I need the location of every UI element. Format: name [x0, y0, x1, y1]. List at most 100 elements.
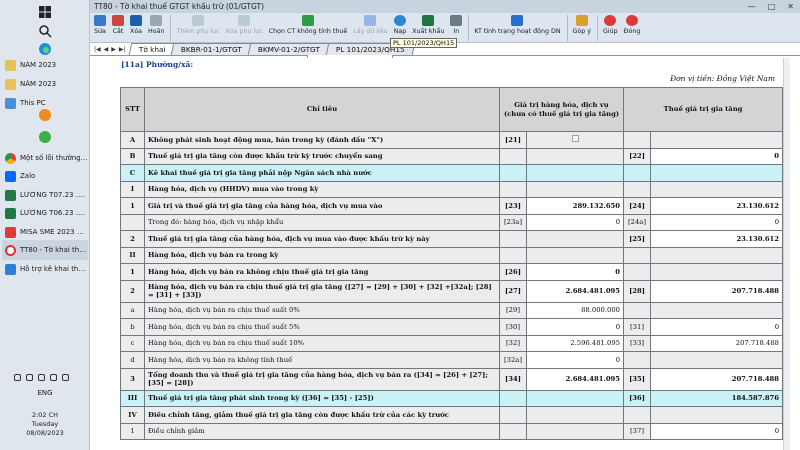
toolbar-button[interactable]: Đóng	[624, 13, 640, 35]
toolbar-button-label: Lấy dữ liệu	[353, 28, 388, 35]
maximize-button[interactable]: □	[768, 2, 776, 11]
taskbar-item[interactable]: TT80 - Tờ khai thuế G...	[2, 240, 88, 260]
row-value-vat[interactable]: 0	[650, 213, 784, 231]
toolbar-button-label: Cắt	[112, 28, 124, 35]
row-value-goods[interactable]: 2.684.481.095	[525, 279, 625, 303]
row-code-goods	[499, 406, 527, 424]
row-value-vat[interactable]: 23.130.612	[650, 197, 784, 215]
app-icon-green[interactable]	[38, 129, 52, 143]
row-value-vat[interactable]: 207.718.488	[650, 334, 784, 352]
toolbar-button[interactable]: Hoãn	[148, 13, 164, 35]
help-icon	[5, 263, 16, 275]
toolbar-button[interactable]: Thêm phụ lục	[176, 13, 220, 35]
clock-day: Tuesday	[31, 420, 59, 428]
row-value-vat[interactable]: 207.718.488	[650, 279, 784, 303]
row-value-goods[interactable]: 0	[525, 351, 625, 369]
row-value-goods[interactable]: 88.000.000	[525, 301, 625, 319]
tray-chevron-icon[interactable]	[14, 374, 21, 381]
row-value-vat[interactable]: 0	[650, 422, 784, 440]
tray-battery-icon[interactable]	[62, 374, 69, 381]
table-row: 2 Thuế giá trị gia tăng của hàng hóa, dịc…	[120, 230, 784, 248]
taskbar-item[interactable]: LƯƠNG T06.23 .xlsx -...	[2, 203, 88, 223]
row-indicator: Trong đó: hàng hóa, dịch vụ nhập khẩu	[144, 213, 500, 231]
select-document-icon	[301, 15, 314, 26]
table-row: C Kê khai thuế giá trị gia tăng phải nộp …	[120, 164, 784, 182]
toolbar-button[interactable]: Sửa	[94, 13, 106, 35]
toolbar-button-label: Giúp	[603, 28, 618, 35]
toolbar-button[interactable]: Xuất khẩu	[412, 13, 444, 35]
no-activity-checkbox[interactable]	[571, 135, 579, 143]
toolbar-button[interactable]: Cắt	[112, 13, 124, 35]
taskbar-item-label: Hỗ trợ kê khai thuế -...	[20, 265, 88, 273]
tab-prev-icon[interactable]: ◀	[104, 46, 109, 53]
export-excel-icon	[422, 15, 435, 26]
delete-appendix-icon	[238, 15, 251, 26]
row-value-vat[interactable]: 184.587.876	[650, 389, 784, 407]
row-code-goods: [21]	[499, 131, 527, 149]
tab-last-icon[interactable]: ▶|	[119, 46, 126, 53]
row-indicator: Kê khai thuế giá trị gia tăng phải nộp N…	[144, 164, 500, 182]
toolbar-button-label: KT tình trạng hoạt động DN	[474, 28, 561, 35]
row-value-vat	[650, 351, 784, 369]
row-stt: IV	[120, 406, 145, 424]
language-indicator[interactable]: ENG	[0, 389, 90, 397]
toolbar-button[interactable]: Xóa phụ lục	[226, 13, 263, 35]
row-value-vat[interactable]: 207.718.488	[650, 367, 784, 391]
toolbar-button[interactable]: Lấy dữ liệu	[353, 13, 388, 35]
tab-first-icon[interactable]: |◀	[94, 46, 101, 53]
row-value-vat[interactable]: 23.130.612	[650, 230, 784, 248]
row-code-vat: [33]	[623, 334, 652, 352]
row-value-goods[interactable]: 2.684.481.095	[525, 367, 625, 391]
search-icon[interactable]	[38, 23, 52, 38]
row-value-goods[interactable]: 0	[525, 213, 625, 231]
taskbar-item[interactable]: Zalo	[2, 166, 88, 186]
row-code-goods: [27]	[499, 279, 527, 303]
toolbar-button[interactable]: Xóa	[130, 13, 142, 35]
tray-network-icon[interactable]	[38, 374, 45, 381]
toolbar-button[interactable]: KT tình trạng hoạt động DN	[474, 13, 561, 35]
reload-icon	[393, 15, 406, 26]
taskbar-item[interactable]: Một số lỗi thường gặ...	[2, 148, 88, 168]
tab-next-icon[interactable]: ▶	[111, 46, 116, 53]
row-value-goods	[525, 147, 625, 165]
row-value-vat[interactable]: 0	[650, 147, 784, 165]
row-value-vat[interactable]: 0	[650, 318, 784, 336]
tray-app-icon[interactable]	[26, 374, 33, 381]
system-clock[interactable]: 2:02 CH Tuesday 08/08/2023	[0, 411, 90, 438]
form-tab-label: BKMV-01-2/GTGT	[257, 45, 320, 54]
row-code-goods	[499, 422, 527, 440]
table-row: III Thuế giá trị gia tăng phát sinh trong…	[120, 389, 784, 407]
tray-volume-icon[interactable]	[50, 374, 57, 381]
row-code-vat	[623, 180, 652, 198]
row-code-goods: [23a]	[499, 213, 527, 231]
taskbar-item[interactable]: NĂM 2023	[2, 55, 88, 75]
form-tab[interactable]: Tờ khai	[128, 43, 176, 55]
row-value-goods[interactable]: 289.132.650	[525, 197, 625, 215]
toolbar-button[interactable]: Chọn CT không tính thuế	[269, 13, 347, 35]
taskbar-item[interactable]: MISA SME 2023 R13 ...	[2, 222, 88, 242]
window-close-button[interactable]: ✕	[787, 2, 794, 11]
vertical-scrollbar[interactable]	[783, 58, 790, 450]
row-code-goods	[499, 246, 527, 264]
toolbar-button[interactable]: Giúp	[603, 13, 618, 35]
row-code-vat: [31]	[623, 318, 652, 336]
row-value-goods[interactable]: 0	[525, 318, 625, 336]
edge-browser-icon[interactable]	[38, 41, 52, 55]
row-value-goods[interactable]: 0	[525, 263, 625, 281]
form-tab[interactable]: BKMV-01-2/GTGT	[247, 43, 331, 55]
row-value-goods[interactable]: 2.596.481.095	[525, 334, 625, 352]
toolbar-button[interactable]: In	[450, 13, 463, 35]
minimize-button[interactable]: —	[748, 2, 756, 11]
row-code-vat	[623, 406, 652, 424]
taskbar-item[interactable]: Hỗ trợ kê khai thuế -...	[2, 259, 88, 279]
taskbar-item[interactable]: NĂM 2023	[2, 74, 88, 94]
window-titlebar[interactable]: TT80 - Tờ khai thuế GTGT khấu trừ (01/GT…	[90, 0, 800, 13]
taskbar-item[interactable]: LƯƠNG T07.23 .xlsx -...	[2, 185, 88, 205]
row-code-goods	[499, 230, 527, 248]
app-icon-orange[interactable]	[38, 107, 52, 121]
windows-start-icon[interactable]	[38, 4, 52, 18]
toolbar-button[interactable]: Nạp	[393, 13, 406, 35]
taskbar-item-label: LƯƠNG T06.23 .xlsx -...	[20, 209, 88, 217]
toolbar-button[interactable]: Góp ý	[573, 13, 591, 35]
form-tab[interactable]: BKBR-01-1/GTGT	[170, 43, 253, 55]
